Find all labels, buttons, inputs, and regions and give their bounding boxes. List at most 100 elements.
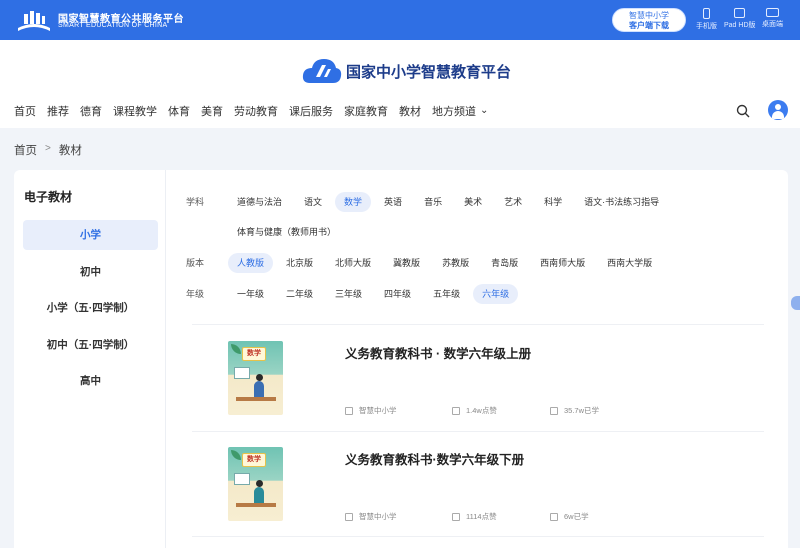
nav-item-home[interactable]: 首页 — [14, 103, 36, 119]
site-header: 国家中小学智慧教育平台 首页 推荐 德育 课程教学 体育 美育 劳动教育 课后服… — [0, 40, 800, 128]
breadcrumb: 首页 > 教材 — [14, 142, 82, 158]
grade-option[interactable]: 四年级 — [375, 284, 420, 304]
grade-option[interactable]: 五年级 — [424, 284, 469, 304]
subject-option[interactable]: 道德与法治 — [228, 192, 291, 212]
smart-education-logo-icon[interactable] — [16, 8, 52, 32]
likes-text: 1.4w点赞 — [466, 406, 497, 415]
desktop-icon — [766, 8, 779, 17]
subject-option[interactable]: 艺术 — [495, 192, 531, 212]
edition-option[interactable]: 西南师大版 — [531, 253, 594, 273]
floating-side-tab[interactable] — [791, 296, 800, 310]
cover-desk-illustration — [236, 503, 276, 507]
nav-item-moral[interactable]: 德育 — [80, 103, 102, 119]
publisher-text: 智慧中小学 — [359, 406, 397, 415]
subject-option-active[interactable]: 数学 — [335, 192, 372, 212]
subject-option[interactable]: 体育与健康（教师用书） — [228, 222, 345, 242]
edition-label: 版本 — [186, 258, 205, 268]
edition-option[interactable]: 冀教版 — [384, 253, 429, 273]
sidebar-item-junior-54[interactable]: 初中（五·四学制） — [23, 330, 158, 360]
cover-board-illustration — [234, 473, 250, 485]
book-title[interactable]: 义务教育教科书·数学六年级下册 — [345, 449, 524, 468]
subject-option[interactable]: 语文 — [295, 192, 331, 212]
phone-icon — [703, 8, 710, 19]
publisher-text: 智慧中小学 — [359, 512, 397, 521]
avatar-head-icon — [775, 104, 781, 110]
book-publisher: 智慧中小学 — [345, 511, 397, 522]
edition-option[interactable]: 西南大学版 — [598, 253, 661, 273]
nav-item-labor[interactable]: 劳动教育 — [234, 103, 278, 119]
cover-person-head — [256, 480, 263, 487]
edition-option[interactable]: 青岛版 — [482, 253, 527, 273]
grade-filter: 年级 一年级 二年级 三年级 四年级 五年级 六年级 — [186, 284, 522, 304]
book-card[interactable]: 数学 义务教育教科书 · 数学六年级上册 智慧中小学 1.4w点赞 35.7w已… — [192, 325, 764, 431]
sidebar-item-senior[interactable]: 高中 — [23, 366, 158, 396]
device-desktop[interactable]: 桌面端 — [762, 8, 783, 29]
grade-option[interactable]: 一年级 — [228, 284, 273, 304]
edition-option[interactable]: 苏教版 — [433, 253, 478, 273]
likes-text: 1114点赞 — [466, 512, 497, 521]
nav-item-local[interactable]: 地方频道 — [432, 103, 488, 119]
book-card[interactable]: 数学 义务教育教科书·数学六年级下册 智慧中小学 1114点赞 6w已学 — [192, 431, 764, 537]
device-tablet[interactable]: Pad HD版 — [724, 8, 756, 30]
device-desktop-label: 桌面端 — [762, 21, 783, 28]
cover-board-illustration — [234, 367, 250, 379]
learners-text: 35.7w已学 — [564, 406, 600, 415]
sidebar-item-junior[interactable]: 初中 — [23, 257, 158, 287]
device-tablet-label: Pad HD版 — [724, 22, 756, 29]
device-phone-label: 手机版 — [696, 23, 717, 30]
content-card: 电子教材 小学 初中 小学（五·四学制） 初中（五·四学制） 高中 学科 道德与… — [14, 170, 788, 548]
brand[interactable]: 国家中小学智慧教育平台 — [302, 54, 511, 88]
cover-title: 数学 — [242, 347, 266, 361]
learners-icon — [550, 406, 558, 415]
cover-desk-illustration — [236, 397, 276, 401]
nav-item-art[interactable]: 美育 — [201, 103, 223, 119]
client-btn-line2: 客户端下载 — [629, 21, 669, 30]
book-cover[interactable]: 数学 — [228, 341, 283, 415]
breadcrumb-home[interactable]: 首页 — [14, 142, 37, 158]
nav-item-textbooks[interactable]: 教材 — [399, 103, 421, 119]
nav-item-pe[interactable]: 体育 — [168, 103, 190, 119]
subject-option[interactable]: 科学 — [535, 192, 571, 212]
sidebar-item-primary-54[interactable]: 小学（五·四学制） — [23, 293, 158, 323]
nav-item-family[interactable]: 家庭教育 — [344, 103, 388, 119]
book-cover[interactable]: 数学 — [228, 447, 283, 521]
avatar-body-icon — [772, 111, 784, 119]
nav-item-afterschool[interactable]: 课后服务 — [289, 103, 333, 119]
subject-option[interactable]: 音乐 — [415, 192, 451, 212]
grade-option[interactable]: 三年级 — [326, 284, 371, 304]
divider — [192, 536, 764, 537]
subject-label-spacer — [186, 222, 228, 242]
book-likes: 1114点赞 — [452, 511, 497, 522]
subject-label: 学科 — [186, 197, 205, 207]
org-name-en: SMART EDUCATION OF CHINA — [58, 22, 168, 29]
thumbs-up-icon — [452, 406, 460, 415]
sidebar-item-primary[interactable]: 小学 — [23, 220, 158, 250]
subject-option[interactable]: 英语 — [375, 192, 411, 212]
cover-title: 数学 — [242, 453, 266, 467]
edition-option[interactable]: 北京版 — [277, 253, 322, 273]
sidebar-title: 电子教材 — [24, 190, 73, 204]
book-learners: 35.7w已学 — [550, 405, 599, 416]
grade-option[interactable]: 二年级 — [277, 284, 322, 304]
top-bar: 国家智慧教育公共服务平台 SMART EDUCATION OF CHINA 智慧… — [0, 0, 800, 40]
subject-option[interactable]: 美术 — [455, 192, 491, 212]
subject-option[interactable]: 语文·书法练习指导 — [575, 192, 668, 212]
user-avatar[interactable] — [768, 100, 788, 120]
search-icon[interactable] — [736, 104, 750, 118]
textbook-sidebar: 电子教材 小学 初中 小学（五·四学制） 初中（五·四学制） 高中 — [14, 170, 166, 548]
cloud-logo-icon — [302, 59, 342, 83]
breadcrumb-separator: > — [45, 143, 51, 154]
edition-option-active[interactable]: 人教版 — [228, 253, 274, 273]
learners-icon — [550, 512, 558, 521]
edition-option[interactable]: 北师大版 — [326, 253, 380, 273]
grade-option-active[interactable]: 六年级 — [473, 284, 519, 304]
leaf-icon — [231, 344, 241, 354]
document-icon — [345, 406, 353, 415]
nav-item-courses[interactable]: 课程教学 — [113, 103, 157, 119]
nav-item-recommend[interactable]: 推荐 — [47, 103, 69, 119]
book-title[interactable]: 义务教育教科书 · 数学六年级上册 — [345, 343, 531, 362]
subject-filter: 学科 道德与法治 语文 数学 英语 音乐 美术 艺术 科学 语文·书法练习指导 — [186, 192, 672, 212]
document-icon — [345, 512, 353, 521]
device-phone[interactable]: 手机版 — [696, 8, 717, 31]
client-download-button[interactable]: 智慧中小学 客户端下载 — [612, 8, 686, 32]
